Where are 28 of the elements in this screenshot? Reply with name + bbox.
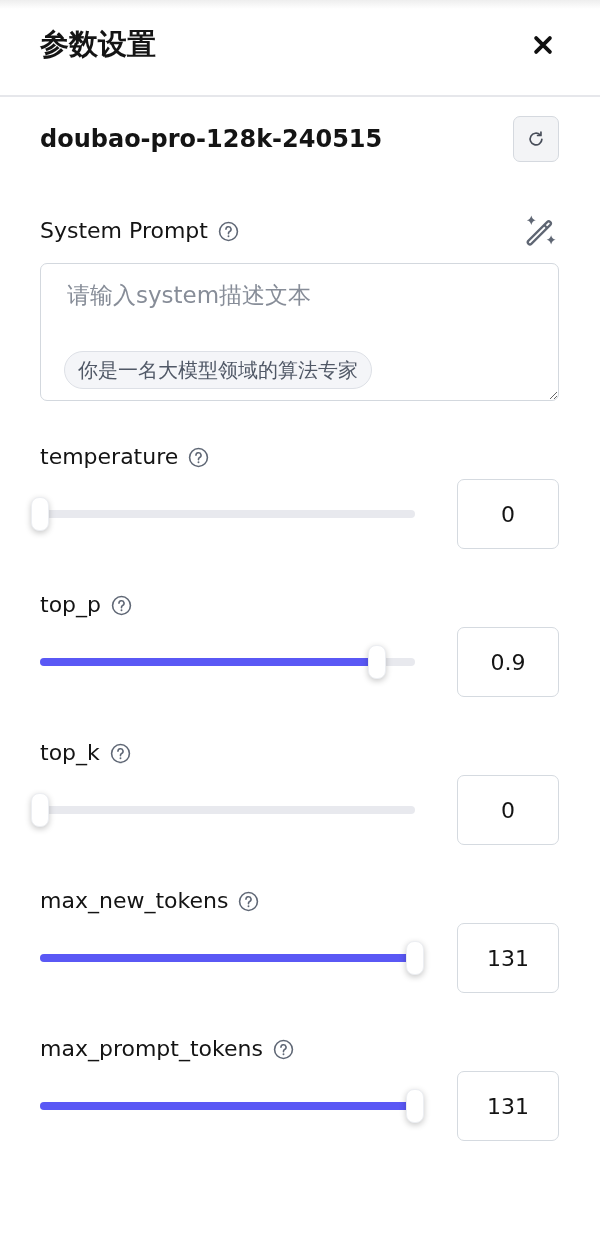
- param-label: temperature: [40, 443, 179, 471]
- param-label: max_prompt_tokens: [40, 1035, 263, 1064]
- help-icon[interactable]: [188, 446, 210, 468]
- model-name: doubao-pro-128k-240515: [40, 124, 383, 154]
- prompt-suggestion-chip[interactable]: 你是一名大模型领域的算法专家: [64, 351, 372, 389]
- number-field[interactable]: 0: [457, 479, 559, 549]
- number-field[interactable]: 0.9: [457, 627, 559, 697]
- help-icon[interactable]: [272, 1038, 294, 1060]
- help-icon[interactable]: [238, 890, 260, 912]
- help-icon[interactable]: [109, 742, 131, 764]
- slider-thumb[interactable]: [31, 497, 49, 531]
- refresh-button[interactable]: [513, 116, 559, 162]
- help-icon[interactable]: [111, 594, 132, 616]
- param-label: top_p: [40, 591, 101, 620]
- slider-thumb[interactable]: [406, 941, 424, 975]
- number-field[interactable]: 131: [457, 923, 559, 993]
- number-field[interactable]: 0: [457, 775, 559, 845]
- slider-thumb[interactable]: [368, 645, 387, 679]
- param-label: max_new_tokens: [40, 887, 229, 916]
- param-label: top_k: [40, 739, 100, 768]
- refresh-icon[interactable]: [527, 130, 545, 148]
- slider-thumb[interactable]: [31, 793, 49, 827]
- close-icon[interactable]: [532, 33, 554, 56]
- help-icon[interactable]: [217, 220, 239, 242]
- slider-thumb[interactable]: [406, 1089, 424, 1123]
- panel-title: 参数设置: [40, 27, 156, 64]
- system-prompt-label: System Prompt: [40, 217, 208, 245]
- number-field[interactable]: 131: [457, 1071, 559, 1141]
